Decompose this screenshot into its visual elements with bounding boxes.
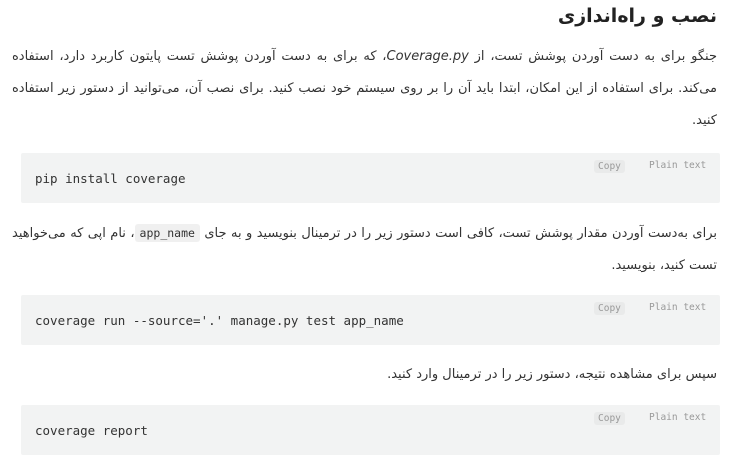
code-text: pip install coverage	[35, 171, 186, 186]
copy-button[interactable]: Copy	[594, 160, 625, 173]
code-block-install: Copy Plain text pip install coverage	[21, 153, 720, 203]
coverage-py-term: Coverage.py	[386, 49, 469, 64]
language-label: Plain text	[649, 302, 707, 313]
intro-paragraph: جنگو برای به دست آوردن پوشش تست، از Cove…	[12, 41, 717, 137]
copy-button[interactable]: Copy	[594, 412, 625, 425]
inline-code-app-name: app_name	[134, 224, 200, 242]
language-label: Plain text	[649, 160, 707, 171]
intro-text-1: جنگو برای به دست آوردن پوشش تست، از	[468, 49, 717, 64]
copy-button[interactable]: Copy	[594, 302, 625, 315]
code-text: coverage report	[35, 423, 148, 438]
run-text-1: برای به‌دست آوردن مقدار پوشش تست، کافی ا…	[199, 226, 717, 241]
report-paragraph: سپس برای مشاهده نتیجه، دستور زیر را در ت…	[387, 367, 717, 382]
run-paragraph: برای به‌دست آوردن مقدار پوشش تست، کافی ا…	[12, 217, 717, 282]
section-heading: نصب و راه‌اندازی	[557, 5, 717, 27]
code-block-run: Copy Plain text coverage run --source='.…	[21, 295, 720, 345]
code-block-report: Copy Plain text coverage report	[21, 405, 720, 455]
code-text: coverage run --source='.' manage.py test…	[35, 313, 404, 328]
language-label: Plain text	[649, 412, 707, 423]
